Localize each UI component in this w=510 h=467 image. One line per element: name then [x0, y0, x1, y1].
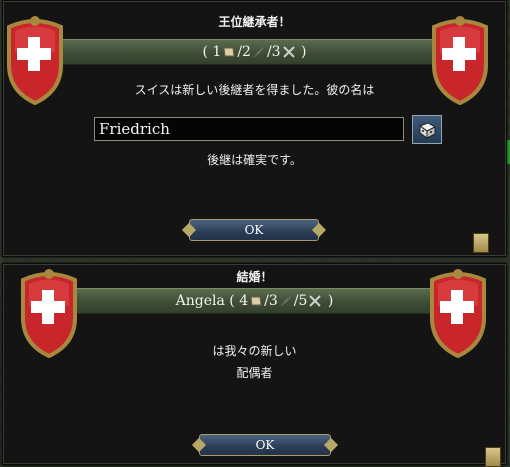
heir-stats-banner: ( 1 / 2 / 3 )	[63, 39, 446, 65]
stats-open-paren: (	[202, 44, 208, 60]
dip-value: 3	[268, 293, 278, 309]
heir-footer: 後継は確実です。	[207, 153, 302, 167]
adm-value: 1	[212, 44, 222, 60]
quill-dip-icon	[253, 46, 265, 58]
dip-value: 2	[242, 44, 251, 60]
stats-open-paren: (	[229, 293, 235, 309]
stats-close-paren: )	[327, 293, 334, 309]
marriage-message-line1: は我々の新しい	[212, 344, 297, 358]
heir-name-input[interactable]	[94, 117, 404, 141]
scroll-adm-icon	[250, 296, 262, 306]
swords-mil-icon	[309, 295, 322, 307]
randomize-name-button[interactable]	[412, 115, 442, 144]
dice-icon	[418, 121, 437, 139]
adm-value: 4	[239, 293, 249, 309]
marriage-stats-banner: Angela ( 4 / 3 / 5 )	[63, 288, 446, 314]
heir-dialog: 王位継承者！ ( 1 / 2 / 3 ) スイスは新しい後継者を得ました。彼の名…	[2, 0, 507, 257]
mil-value: 5	[298, 293, 308, 309]
ledger-icon[interactable]	[485, 447, 501, 467]
marriage-dialog: 結婚！ Angela ( 4 / 3 / 5 ) は我々の新しい 配偶者 OK	[2, 263, 507, 467]
swords-mil-icon	[282, 46, 295, 58]
heir-ok-button[interactable]: OK	[189, 219, 319, 241]
ledger-icon[interactable]	[473, 233, 489, 253]
marriage-message-line2: 配偶者	[236, 366, 273, 380]
heir-message: スイスは新しい後継者を得ました。彼の名は	[134, 83, 375, 97]
quill-dip-icon	[280, 295, 292, 307]
stats-close-paren: )	[301, 44, 307, 60]
spouse-name: Angela	[175, 293, 225, 309]
scroll-adm-icon	[223, 47, 235, 57]
mil-value: 3	[271, 44, 281, 60]
marriage-ok-button[interactable]: OK	[199, 434, 331, 456]
